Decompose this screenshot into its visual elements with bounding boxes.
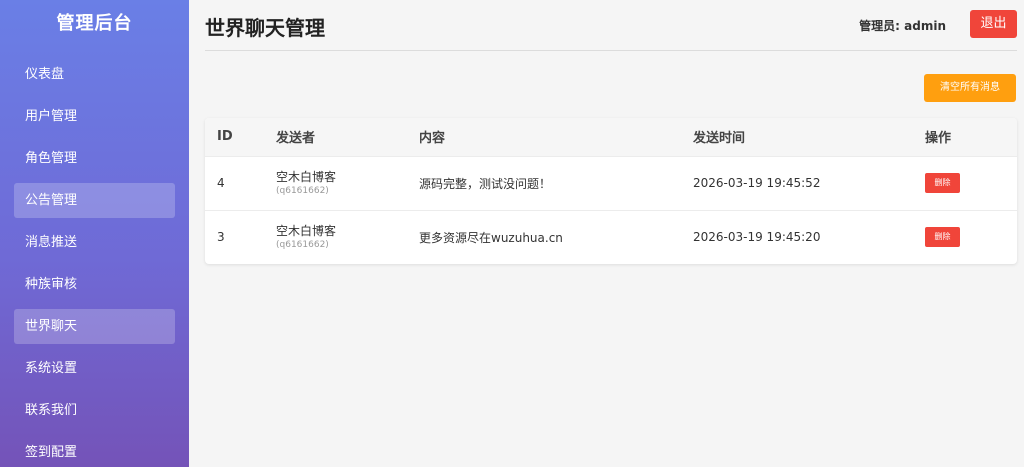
sidebar-item-settings[interactable]: 系统设置 bbox=[14, 351, 175, 386]
messages-table: ID 发送者 内容 发送时间 操作 4 空木白博客 (q6161662) 源码完… bbox=[205, 118, 1017, 264]
cell-id: 3 bbox=[217, 230, 225, 245]
table-header-row: ID 发送者 内容 发送时间 操作 bbox=[205, 118, 1017, 156]
sidebar-title: 管理后台 bbox=[56, 13, 133, 34]
sidebar-item-push-messages[interactable]: 消息推送 bbox=[14, 225, 175, 260]
sidebar-item-contact[interactable]: 联系我们 bbox=[14, 393, 175, 428]
cell-actions: 删除 bbox=[913, 156, 1017, 210]
sidebar-item-users[interactable]: 用户管理 bbox=[14, 99, 175, 134]
topbar: 世界聊天管理 管理员: admin 退出 bbox=[205, 0, 1017, 51]
cell-actions: 删除 bbox=[913, 210, 1017, 264]
sender-id: (q6161662) bbox=[276, 185, 329, 196]
cell-content: 更多资源尽在wuzuhua.cn bbox=[419, 230, 563, 245]
sender-name: 空木白博客 bbox=[276, 223, 337, 238]
logout-button[interactable]: 退出 bbox=[970, 10, 1017, 38]
cell-id: 4 bbox=[217, 176, 225, 190]
sidebar-item-roles[interactable]: 角色管理 bbox=[14, 141, 175, 176]
cell-content: 源码完整，测试没问题！ bbox=[419, 176, 552, 191]
cell-sender: 空木白博客 (q6161662) bbox=[264, 156, 407, 210]
admin-label: 管理员: admin bbox=[859, 19, 946, 33]
sidebar-item-checkin-config[interactable]: 签到配置 bbox=[14, 435, 175, 467]
table-row: 3 空木白博客 (q6161662) 更多资源尽在wuzuhua.cn 2026… bbox=[205, 210, 1017, 264]
column-header-id: ID bbox=[217, 129, 233, 145]
cell-sender: 空木白博客 (q6161662) bbox=[264, 210, 407, 264]
column-header-time: 发送时间 bbox=[693, 131, 746, 147]
cell-time: 2026-03-19 19:45:52 bbox=[693, 176, 821, 190]
delete-button[interactable]: 删除 bbox=[925, 227, 960, 248]
page-title: 世界聊天管理 bbox=[205, 16, 325, 40]
table-row: 4 空木白博客 (q6161662) 源码完整，测试没问题！ 2026-03-1… bbox=[205, 156, 1017, 210]
sidebar-item-world-chat[interactable]: 世界聊天 bbox=[14, 309, 175, 344]
column-header-content: 内容 bbox=[419, 131, 446, 147]
messages-table-card: ID 发送者 内容 发送时间 操作 4 空木白博客 (q6161662) 源码完… bbox=[205, 118, 1017, 264]
sender-name: 空木白博客 bbox=[276, 169, 337, 184]
sidebar-item-race-review[interactable]: 种族审核 bbox=[14, 267, 175, 302]
delete-button[interactable]: 删除 bbox=[925, 173, 960, 193]
column-header-actions: 操作 bbox=[925, 131, 952, 147]
main-content: 世界聊天管理 管理员: admin 退出 清空所有消息 ID 发送者 内容 发送… bbox=[189, 0, 1024, 467]
cell-time: 2026-03-19 19:45:20 bbox=[693, 230, 821, 245]
sidebar: 管理后台 仪表盘 用户管理 角色管理 公告管理 消息推送 种族审核 世界聊天 系… bbox=[0, 0, 189, 467]
sidebar-item-dashboard[interactable]: 仪表盘 bbox=[14, 57, 175, 92]
sender-id: (q6161662) bbox=[276, 239, 329, 250]
clear-all-messages-button[interactable]: 清空所有消息 bbox=[924, 74, 1016, 102]
sidebar-item-announcements[interactable]: 公告管理 bbox=[14, 183, 175, 218]
column-header-sender: 发送者 bbox=[276, 131, 316, 147]
sidebar-nav: 仪表盘 用户管理 角色管理 公告管理 消息推送 种族审核 世界聊天 系统设置 联… bbox=[0, 57, 189, 467]
